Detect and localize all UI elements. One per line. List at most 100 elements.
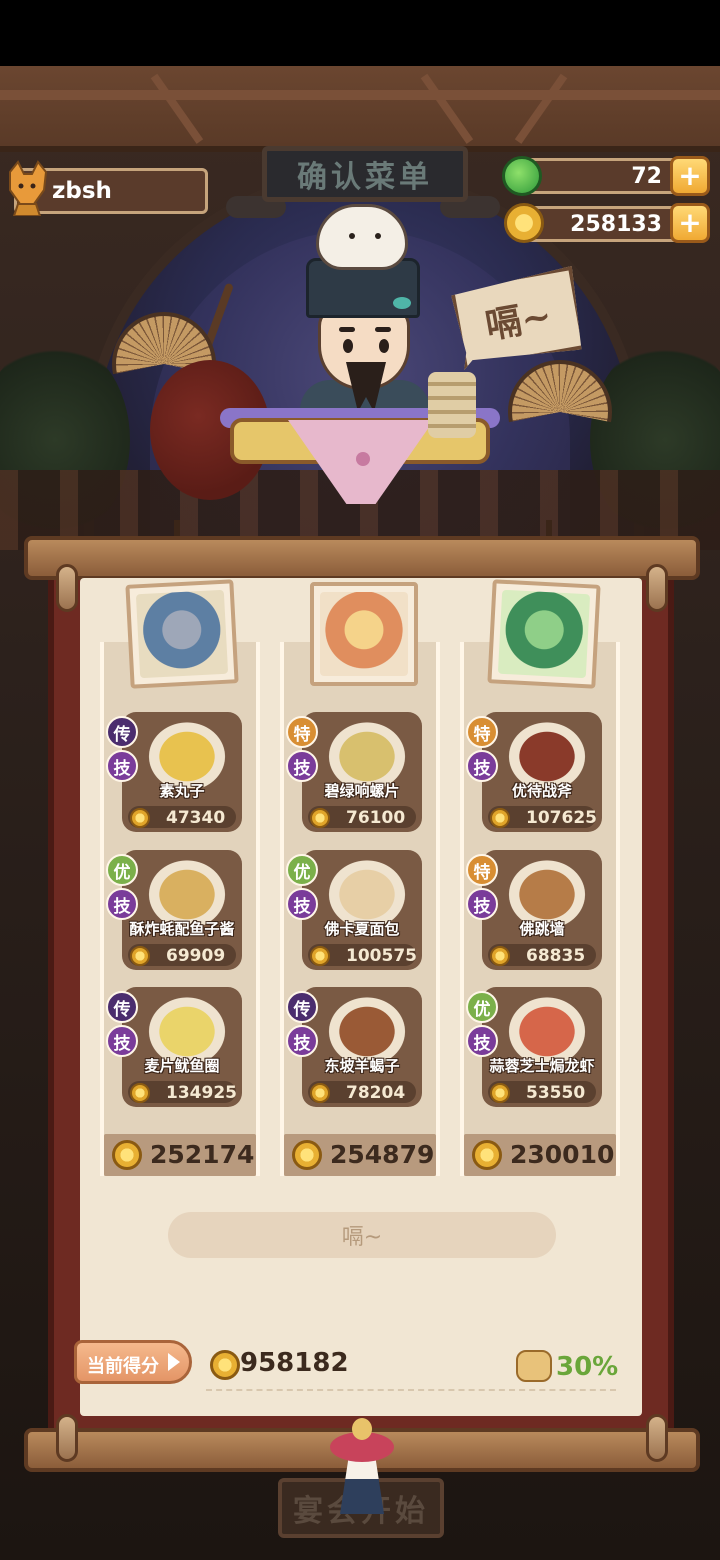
tassel-ornament-icon	[326, 1418, 398, 1514]
speech-text: 嗝~	[482, 294, 555, 348]
gold-coin-icon	[490, 946, 510, 966]
rank-badge: 传	[286, 991, 318, 1023]
dish-card[interactable]: 蒜蓉芝士焗龙虾 53550	[482, 987, 602, 1107]
dish-card[interactable]: 佛跳墙 68835	[482, 850, 602, 970]
skill-badge: 技	[106, 1025, 138, 1057]
fox-character-icon[interactable]	[4, 160, 50, 216]
gold-coin-icon	[490, 1083, 510, 1103]
player-name: zbsh	[52, 178, 112, 204]
dish-image-icon	[324, 993, 410, 1063]
skill-badge: 技	[106, 888, 138, 920]
page-title: 确认菜单	[297, 160, 433, 195]
white-dog-pet	[316, 204, 408, 270]
rank-badge: 特	[286, 716, 318, 748]
current-score-value: 958182	[240, 1348, 349, 1378]
gold-coin-icon	[112, 1140, 142, 1170]
ceiling-rafter	[0, 66, 720, 152]
dish-price: 53550	[526, 1083, 586, 1103]
gold-coin-icon	[490, 808, 510, 828]
guest-portrait[interactable]	[310, 582, 418, 686]
blonde-girl-guest-portrait	[320, 592, 408, 676]
gold-coin-icon	[130, 946, 150, 966]
plus-icon: +	[678, 159, 702, 192]
column-total: 230010	[510, 1140, 615, 1169]
skill-badge: 技	[286, 1025, 318, 1057]
skill-badge: 技	[286, 888, 318, 920]
column-total: 254879	[330, 1140, 435, 1169]
rank-badge: 传	[106, 991, 138, 1023]
dish-name: 酥炸蚝配鱼子酱	[129, 920, 235, 938]
dish-image-icon	[324, 856, 410, 926]
green-apple-icon	[502, 156, 542, 196]
gold-coin-icon	[310, 1083, 330, 1103]
add-coins-button[interactable]: +	[670, 203, 710, 243]
dish-image-icon	[144, 993, 230, 1063]
dish-price: 78204	[346, 1083, 406, 1103]
dish-card[interactable]: 佛卡夏面包 100575	[302, 850, 422, 970]
rank-badge: 特	[466, 854, 498, 886]
arrow-right-icon	[168, 1353, 180, 1371]
cloth-ornament	[356, 452, 370, 466]
guest-portrait[interactable]	[125, 579, 239, 689]
rod-end	[646, 1414, 668, 1462]
rod-end	[56, 564, 78, 612]
bonus-percent: 30%	[556, 1352, 619, 1382]
burp-text: 嗝~	[341, 1225, 383, 1250]
coin-bag-icon	[516, 1350, 552, 1382]
dish-card[interactable]: 麦片鱿鱼圈 134925	[122, 987, 242, 1107]
add-gems-button[interactable]: +	[670, 156, 710, 196]
rank-badge: 优	[466, 991, 498, 1023]
dish-image-icon	[504, 856, 590, 926]
dish-price: 107625	[526, 808, 597, 828]
coin-count: 258133	[570, 212, 662, 237]
dish-image-icon	[144, 856, 230, 926]
gold-coin-icon	[504, 203, 544, 243]
gold-coin-icon	[472, 1140, 502, 1170]
gold-coin-icon	[210, 1350, 240, 1380]
skill-badge: 技	[106, 750, 138, 782]
rank-badge: 优	[106, 854, 138, 886]
skill-badge: 技	[466, 1025, 498, 1057]
dish-card[interactable]: 优待战斧 107625	[482, 712, 602, 832]
dish-card[interactable]: 东坡羊蝎子 78204	[302, 987, 422, 1107]
dish-price: 68835	[526, 946, 586, 966]
gold-coin-icon	[130, 1083, 150, 1103]
gray-wolf-guest-portrait	[135, 589, 229, 679]
dish-card[interactable]: 酥炸蚝配鱼子酱 69909	[122, 850, 242, 970]
dish-image-icon	[504, 718, 590, 788]
dish-image-icon	[144, 718, 230, 788]
dish-name: 优待战斧	[511, 782, 572, 800]
rank-badge: 特	[466, 716, 498, 748]
rod-end	[646, 564, 668, 612]
current-score-label: 当前得分	[87, 1356, 159, 1377]
dish-name: 蒜蓉芝士焗龙虾	[489, 1057, 595, 1075]
dish-card[interactable]: 碧绿响螺片 76100	[302, 712, 422, 832]
rafter-beam	[0, 90, 720, 100]
rank-badge: 传	[106, 716, 138, 748]
skill-badge: 技	[286, 750, 318, 782]
dish-card[interactable]: 素丸子 47340	[122, 712, 242, 832]
rank-badge: 优	[286, 854, 318, 886]
dish-name: 佛跳墙	[519, 920, 565, 938]
dish-name: 佛卡夏面包	[324, 920, 400, 938]
board-top-rod	[24, 536, 700, 580]
gem-count: 72	[631, 164, 662, 189]
skill-badge: 技	[466, 888, 498, 920]
burp-message-bar: 嗝~	[168, 1212, 556, 1258]
guest-portrait[interactable]	[487, 579, 601, 689]
gold-coin-icon	[310, 946, 330, 966]
dish-image-icon	[504, 993, 590, 1063]
plus-icon: +	[678, 206, 702, 239]
dish-price: 76100	[346, 808, 406, 828]
skill-badge: 技	[466, 750, 498, 782]
stacked-plates-icon	[428, 372, 476, 438]
dish-price: 134925	[166, 1083, 237, 1103]
dish-name: 素丸子	[159, 782, 205, 800]
score-divider	[206, 1389, 616, 1391]
rod-end	[56, 1414, 78, 1462]
gold-coin-icon	[292, 1140, 322, 1170]
dish-name: 麦片鱿鱼圈	[144, 1057, 220, 1075]
green-haired-guest-portrait	[497, 589, 591, 679]
gold-coin-icon	[130, 808, 150, 828]
confirm-menu-sign: 确认菜单	[262, 146, 468, 202]
